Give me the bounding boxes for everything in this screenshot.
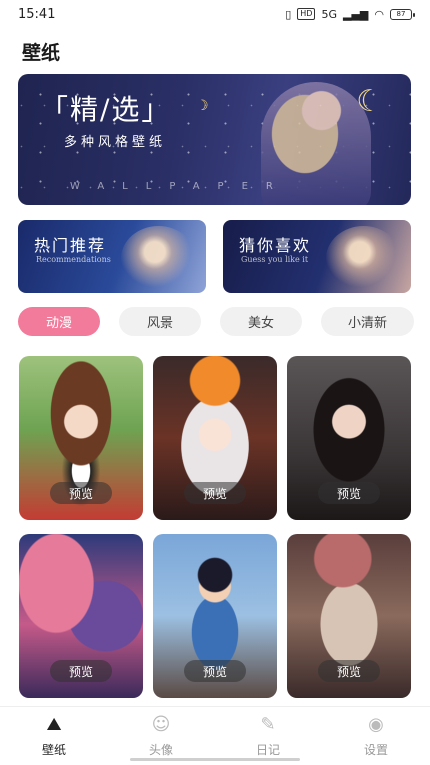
wallpaper-thumbnail[interactable]: 预览 — [153, 356, 277, 520]
card-subtitle: Recommendations — [36, 255, 111, 264]
tab-scenery[interactable]: 风景 — [119, 307, 201, 336]
nav-settings[interactable]: ◉ 设置 — [336, 713, 416, 758]
nav-label: 日记 — [255, 743, 280, 757]
preview-button[interactable]: 预览 — [318, 482, 380, 504]
nav-label: 设置 — [363, 743, 388, 757]
wallpaper-thumbnail[interactable]: 预览 — [19, 356, 143, 520]
preview-button[interactable]: 预览 — [50, 482, 112, 504]
preview-button[interactable]: 预览 — [184, 482, 246, 504]
status-bar: 15:41 ▯ HD 5G ▂▄▆ ◠ 87 — [0, 0, 430, 28]
banner-english-text: WALLPAPER — [70, 181, 291, 192]
category-tabs: 动漫 风景 美女 小清新 — [18, 307, 414, 337]
smile-icon: ☺ — [151, 714, 171, 735]
card-title: 猜你喜欢 — [239, 236, 312, 255]
card-title: 热门推荐 — [34, 236, 107, 255]
nav-label: 头像 — [148, 743, 173, 757]
vibrate-icon: ▯ — [285, 7, 292, 21]
hd-badge: HD — [297, 8, 316, 20]
nav-diary[interactable]: ✎ 日记 — [228, 713, 308, 758]
recommendations-card[interactable]: 热门推荐 Recommendations — [18, 220, 206, 293]
guess-you-like-card[interactable]: 猜你喜欢 Guess you like it — [223, 220, 411, 293]
card-subtitle: Guess you like it — [241, 255, 309, 264]
wallpaper-thumbnail[interactable]: 预览 — [287, 356, 411, 520]
banner-subtitle: 多种风格壁纸 — [64, 135, 167, 150]
crescent-moon-icon: ☾ — [356, 84, 383, 119]
battery-icon: 87 — [390, 8, 415, 20]
wallpaper-thumbnail[interactable]: 预览 — [153, 534, 277, 698]
tab-anime[interactable]: 动漫 — [18, 307, 100, 336]
pen-icon: ✎ — [260, 714, 276, 735]
wallpaper-thumbnail[interactable]: 预览 — [287, 534, 411, 698]
preview-button[interactable]: 预览 — [184, 660, 246, 682]
mountain-icon: ⛰ — [46, 714, 62, 735]
wifi-icon: ◠ — [374, 7, 384, 21]
preview-button[interactable]: 预览 — [318, 660, 380, 682]
preview-button[interactable]: 预览 — [50, 660, 112, 682]
page-title: 壁纸 — [22, 42, 61, 64]
card-illustration — [121, 226, 196, 291]
home-indicator[interactable] — [130, 758, 300, 761]
tab-fresh[interactable]: 小清新 — [321, 307, 414, 336]
status-icons: ▯ HD 5G ▂▄▆ ◠ 87 — [285, 7, 415, 21]
nav-label: 壁纸 — [41, 743, 66, 757]
tab-beauty[interactable]: 美女 — [220, 307, 302, 336]
network-label: 5G — [321, 7, 337, 21]
nav-wallpaper[interactable]: ⛰ 壁纸 — [14, 713, 94, 758]
eye-icon: ◉ — [368, 714, 384, 735]
featured-banner[interactable]: ☾ 「精/选」 ☽ 多种风格壁纸 WALLPAPER — [18, 74, 411, 205]
nav-avatar[interactable]: ☺ 头像 — [121, 713, 201, 758]
wallpaper-thumbnail[interactable]: 预览 — [19, 534, 143, 698]
status-time: 15:41 — [18, 6, 56, 22]
bottom-navigation: ⛰ 壁纸 ☺ 头像 ✎ 日记 ◉ 设置 — [0, 706, 430, 765]
banner-title: 「精/选」 — [40, 93, 172, 126]
signal-icon: ▂▄▆ — [343, 7, 369, 21]
card-illustration — [326, 226, 401, 291]
small-moon-icon: ☽ — [196, 98, 209, 114]
